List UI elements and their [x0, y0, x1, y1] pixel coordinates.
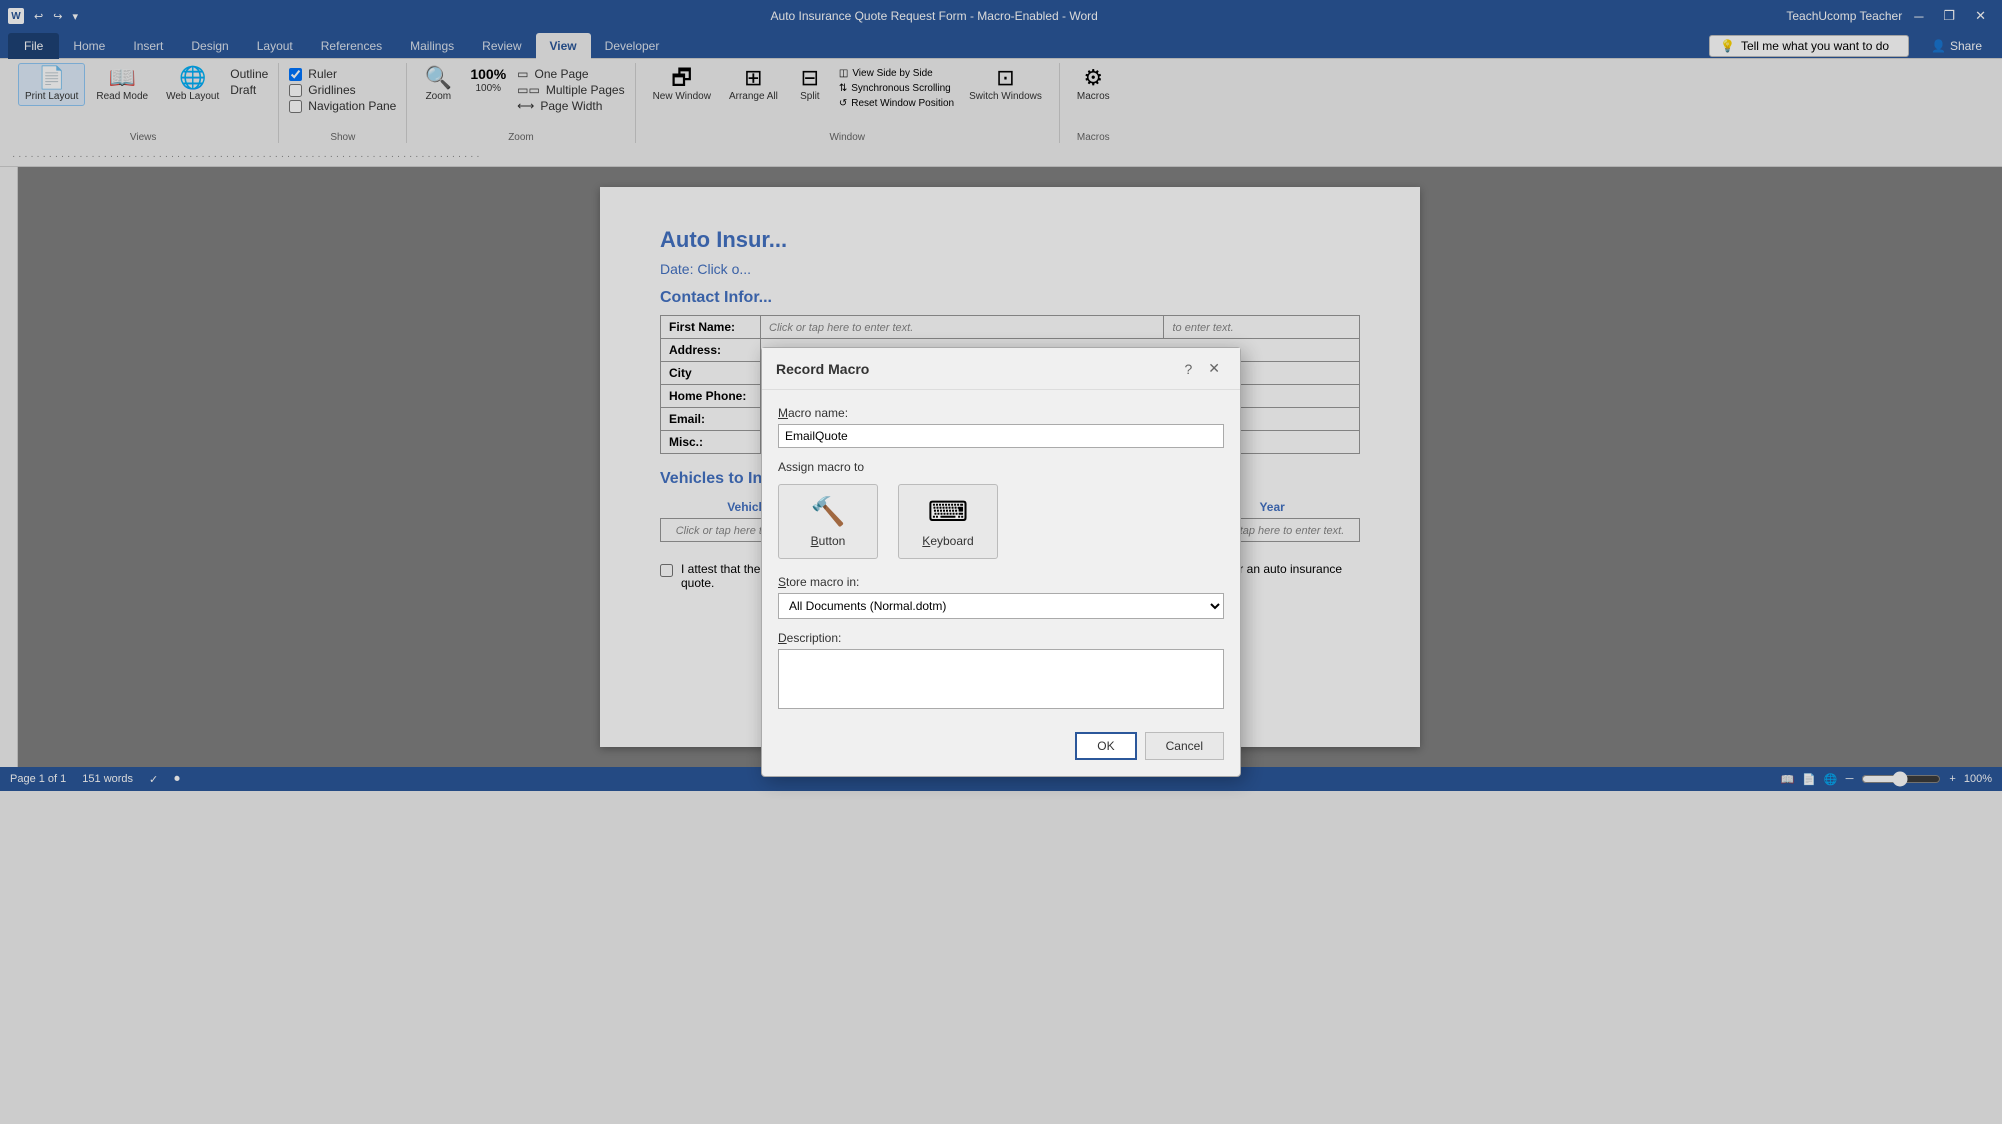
dialog-title-bar: Record Macro ? ✕: [762, 348, 1240, 390]
store-macro-field: Store macro in: All Documents (Normal.do…: [778, 575, 1224, 619]
record-macro-dialog: Record Macro ? ✕ Macro name: Assign macr…: [761, 347, 1241, 777]
dialog-body: Macro name: Assign macro to 🔨 Button ⌨ K…: [762, 390, 1240, 776]
macro-name-field: Macro name:: [778, 406, 1224, 448]
dialog-footer: OK Cancel: [778, 724, 1224, 760]
dialog-close-button[interactable]: ✕: [1202, 358, 1226, 379]
button-assign-button[interactable]: 🔨 Button: [778, 484, 878, 559]
ok-button[interactable]: OK: [1075, 732, 1136, 760]
cancel-button[interactable]: Cancel: [1145, 732, 1224, 760]
keyboard-assign-button[interactable]: ⌨ Keyboard: [898, 484, 998, 559]
keyboard-assign-icon: ⌨: [928, 495, 968, 528]
keyboard-assign-label: Keyboard: [922, 534, 973, 548]
macro-name-label: Macro name:: [778, 406, 1224, 420]
dialog-help-button[interactable]: ?: [1178, 358, 1198, 379]
description-field: Description:: [778, 631, 1224, 712]
assign-macro-label: Assign macro to: [778, 460, 1224, 474]
macro-name-input[interactable]: [778, 424, 1224, 448]
description-textarea[interactable]: [778, 649, 1224, 709]
dialog-overlay: Record Macro ? ✕ Macro name: Assign macr…: [0, 0, 2002, 1124]
assign-macro-section: Assign macro to 🔨 Button ⌨ Keyboard: [778, 460, 1224, 559]
description-label: Description:: [778, 631, 1224, 645]
store-macro-label: Store macro in:: [778, 575, 1224, 589]
assign-buttons-area: 🔨 Button ⌨ Keyboard: [778, 484, 1224, 559]
button-assign-label: Button: [811, 534, 846, 548]
dialog-title-buttons: ? ✕: [1178, 358, 1226, 379]
button-assign-icon: 🔨: [811, 495, 846, 528]
dialog-title: Record Macro: [776, 361, 869, 377]
store-macro-select[interactable]: All Documents (Normal.dotm) This Documen…: [778, 593, 1224, 619]
